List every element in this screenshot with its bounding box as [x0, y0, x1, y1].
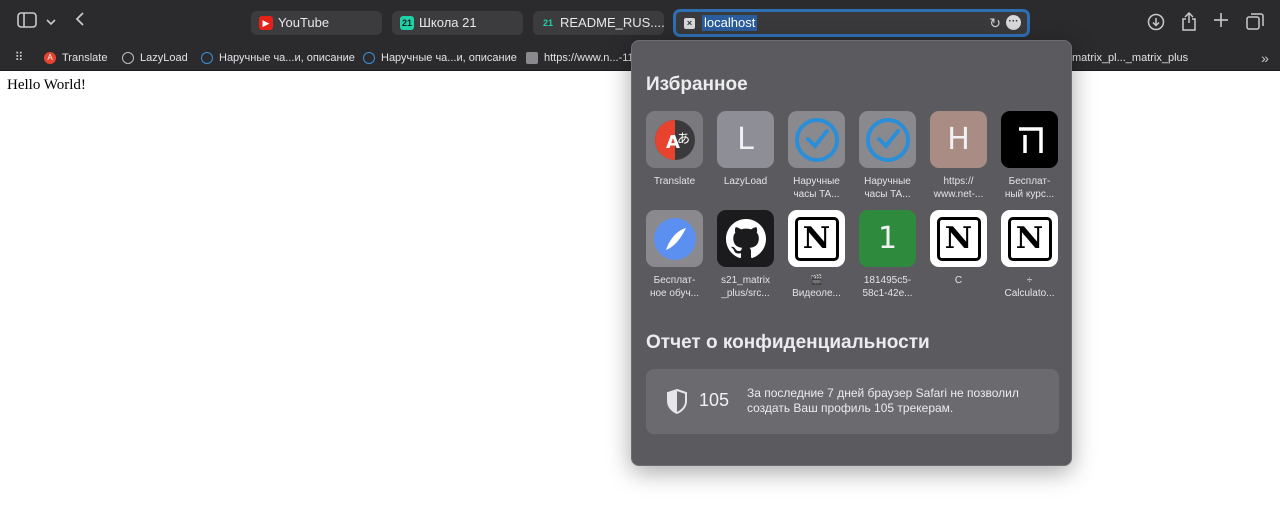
tracker-count: 105: [699, 390, 730, 410]
bookmark-translate[interactable]: A Translate: [44, 50, 107, 66]
bookmark-watches-2[interactable]: Наручные ча...и, описание: [363, 50, 517, 66]
privacy-report-card[interactable]: 105 За последние 7 дней браузер Safari н…: [646, 369, 1059, 434]
favorite-uuid-page[interactable]: 1 181495c5- 58c1-42e...: [852, 210, 923, 300]
sidebar-toggle-icon[interactable]: [16, 12, 38, 34]
favorite-calculator[interactable]: N ÷ Calculato...: [994, 210, 1065, 300]
favorite-translate[interactable]: Aあ Translate: [639, 111, 710, 188]
privacy-report-title: Отчет о конфиденциальности: [646, 332, 930, 353]
tab-label: Школа 21: [419, 15, 477, 30]
bookmark-label: Translate: [62, 52, 108, 64]
share-icon[interactable]: [1179, 11, 1199, 37]
tabs-overview-icon[interactable]: [1245, 13, 1265, 37]
favorite-caption: LazyLoad: [723, 176, 768, 187]
clock-icon: [201, 52, 213, 64]
favorite-github[interactable]: s21_matrix _plus/src...: [710, 210, 781, 300]
notion-icon: N: [1001, 210, 1058, 267]
bookmark-watches-1[interactable]: Наручные ча...и, описание: [201, 50, 355, 66]
favorite-watches-1[interactable]: Наручные часы TA...: [781, 111, 852, 201]
apps-grid-icon[interactable]: ⠿: [12, 49, 26, 65]
url-field[interactable]: localhost: [702, 15, 758, 31]
page-content-text: Hello World!: [7, 77, 86, 93]
favorite-caption: C: [954, 275, 963, 286]
favorite-caption: s21_matrix _plus/src...: [721, 275, 770, 299]
tab-readme[interactable]: 21 README_RUS....: [533, 11, 664, 35]
letter-tile: 1: [859, 210, 916, 267]
tab-label: README_RUS....: [560, 15, 664, 30]
github-icon: [717, 210, 774, 267]
tab-school21[interactable]: 21 Школа 21: [392, 11, 523, 35]
translate-icon: A: [44, 52, 56, 64]
reload-icon[interactable]: ↻: [989, 14, 1001, 32]
notion-icon: N: [788, 210, 845, 267]
tab-label: YouTube: [278, 15, 330, 30]
favorite-caption: Бесплат- ный курс...: [1004, 176, 1055, 200]
bookmarks-overflow-icon[interactable]: »: [1258, 49, 1272, 67]
site-icon: ×: [684, 18, 695, 29]
bookmark-lazyload[interactable]: LazyLoad: [122, 50, 188, 66]
bookmark-label: https://www.n...-11: [544, 52, 634, 64]
favorite-lazyload[interactable]: L LazyLoad: [710, 111, 781, 188]
svg-text:あ: あ: [677, 132, 690, 147]
favorite-caption: Translate: [653, 176, 696, 187]
clock-icon: [788, 111, 845, 168]
school21-icon: 21: [542, 18, 553, 28]
bookmark-label: matrix_pl..._matrix_plus: [1072, 52, 1189, 64]
favorite-caption: https:// www.net-...: [933, 176, 984, 200]
youtube-icon: ▶: [259, 16, 273, 30]
letter-tile: H: [930, 111, 987, 168]
start-page-popover: Избранное Aあ Translate L LazyLoad Наручн…: [631, 40, 1072, 466]
favorite-caption: 181495c5- 58c1-42e...: [862, 275, 913, 299]
bookmark-label: LazyLoad: [140, 52, 188, 64]
favorite-watches-2[interactable]: Наручные часы TA...: [852, 111, 923, 201]
favorite-caption: Наручные часы TA...: [864, 176, 911, 200]
favorite-caption: 🎬 Видеоле...: [792, 275, 841, 299]
favorite-free-course[interactable]: Бесплат- ный курс...: [994, 111, 1065, 201]
favorite-caption: ÷ Calculato...: [1004, 275, 1055, 299]
letter-tile: L: [717, 111, 774, 168]
favorite-c[interactable]: N C: [923, 210, 994, 287]
bookmark-label: Наручные ча...и, описание: [381, 52, 517, 64]
notion-icon: N: [930, 210, 987, 267]
practicum-icon: [1001, 111, 1058, 168]
download-icon[interactable]: [1146, 13, 1166, 37]
favorite-caption: Бесплат- ное обуч...: [649, 275, 700, 299]
translate-icon: Aあ: [646, 111, 703, 168]
more-icon[interactable]: ···: [1006, 15, 1021, 30]
clock-icon: [363, 52, 375, 64]
globe-icon: [122, 52, 134, 64]
clock-icon: [859, 111, 916, 168]
bookmark-url[interactable]: https://www.n...-11: [526, 50, 634, 66]
bookmark-label: Наручные ча...и, описание: [219, 52, 355, 64]
address-bar[interactable]: × localhost ↻ ···: [673, 9, 1030, 37]
school21-icon: 21: [400, 16, 414, 30]
tab-youtube[interactable]: ▶ YouTube: [251, 11, 382, 35]
new-tab-icon[interactable]: [1212, 12, 1230, 34]
back-icon[interactable]: [72, 11, 88, 33]
favorites-title: Избранное: [646, 74, 748, 95]
image-icon: [526, 52, 538, 64]
privacy-report-text: За последние 7 дней браузер Safari не по…: [747, 386, 1019, 415]
favorite-net-url[interactable]: H https:// www.net-...: [923, 111, 994, 201]
chevron-down-icon[interactable]: [44, 12, 58, 32]
favorite-free-learning[interactable]: Бесплат- ное обуч...: [639, 210, 710, 300]
favorite-caption: Наручные часы TA...: [793, 176, 840, 200]
bookmark-matrix-plus[interactable]: matrix_pl..._matrix_plus: [1072, 50, 1188, 66]
favorite-video-lectures[interactable]: N 🎬 Видеоле...: [781, 210, 852, 300]
shield-icon: [666, 388, 688, 419]
blue-circle-icon: [646, 210, 703, 267]
